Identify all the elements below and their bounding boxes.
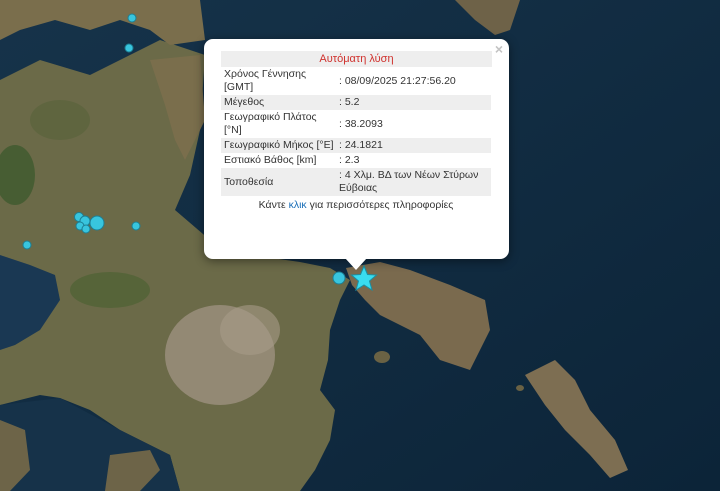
info-label: Χρόνος Γέννησης [GMT] [224, 68, 307, 93]
quake-marker[interactable] [89, 215, 105, 231]
quake-marker[interactable] [131, 221, 141, 231]
quake-marker[interactable] [332, 271, 346, 285]
quake-marker[interactable] [127, 13, 137, 23]
info-row: Γεωγραφικό Πλάτος [°N] : 38.2093 [221, 110, 491, 138]
more-info-link[interactable]: κλικ [289, 199, 307, 211]
info-row: Τοποθεσία: 4 Χλμ. ΒΔ των Νέων Στύρων Εύβ… [221, 168, 491, 196]
info-row: Μέγεθος: 5.2 [221, 95, 491, 110]
quake-marker[interactable] [81, 224, 91, 234]
info-value: : 4 Χλμ. ΒΔ των Νέων Στύρων Εύβοιας [336, 168, 491, 196]
earthquake-info-popup: × Αυτόματη λύση Χρόνος Γέννησης [GMT] : 0… [204, 39, 509, 270]
quake-marker[interactable] [124, 43, 134, 53]
quake-marker[interactable] [22, 240, 32, 250]
more-info-line: Κάντε κλικ για περισσότερες πληροφορίες [221, 199, 491, 211]
more-suffix: για περισσότερες πληροφορίες [306, 199, 454, 211]
info-row: Εστιακό Βάθος [km] : 2.3 [221, 153, 491, 168]
info-value: : 38.2093 [339, 117, 383, 130]
info-value: : 24.1821 [336, 138, 491, 153]
close-icon[interactable]: × [495, 41, 503, 57]
info-label: Γεωγραφικό Πλάτος [°N] [224, 111, 317, 136]
info-value: : 5.2 [336, 95, 491, 110]
info-table: Χρόνος Γέννησης [GMT] : 08/09/2025 21:27:… [221, 67, 491, 196]
info-label: Μέγεθος [221, 95, 336, 110]
info-row: Χρόνος Γέννησης [GMT] : 08/09/2025 21:27:… [221, 67, 491, 95]
info-value: : 08/09/2025 21:27:56.20 [339, 74, 456, 87]
popup-title: Αυτόματη λύση [221, 51, 492, 67]
info-label: Γεωγραφικό Μήκος [°E] [221, 138, 336, 153]
info-label: Εστιακό Βάθος [km] [224, 154, 317, 166]
more-prefix: Κάντε [258, 199, 289, 211]
info-value: : 2.3 [339, 154, 360, 166]
info-row: Γεωγραφικό Μήκος [°E]: 24.1821 [221, 138, 491, 153]
popup-tip [345, 258, 367, 270]
info-label: Τοποθεσία [221, 168, 336, 196]
